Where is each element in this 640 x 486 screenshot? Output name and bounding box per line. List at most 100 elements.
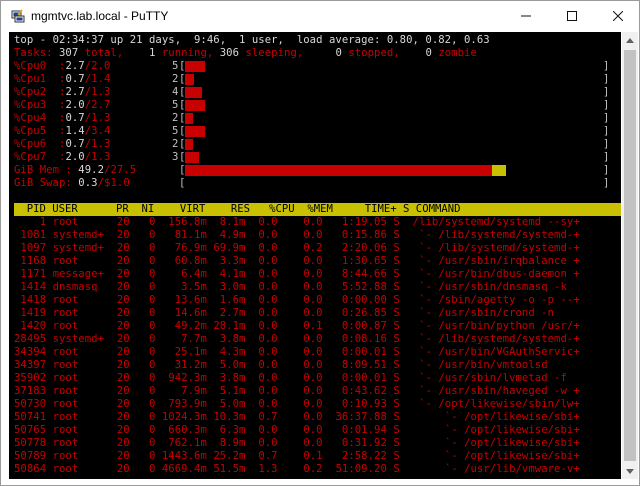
process-row[interactable]: 1419 root 20 0 14.6m 2.7m 0.0 0.0 0:26.8… bbox=[14, 307, 554, 320]
process-row[interactable]: 1168 root 20 0 60.8m 3.3m 0.0 0.0 1:30.6… bbox=[14, 255, 580, 268]
cpu-line: %Cpu0 :2.7/2.0 bbox=[14, 60, 111, 72]
process-row[interactable]: 50789 root 20 0 1443.6m 25.2m 0.7 0.1 2:… bbox=[14, 450, 580, 463]
cpu-usage-bar bbox=[185, 61, 205, 72]
cpu-user-value: 2.7 bbox=[65, 86, 85, 98]
priority-cell: 20 bbox=[116, 463, 130, 475]
process-row[interactable]: 34397 root 20 0 31.2m 5.0m 0.0 0.0 8:09.… bbox=[14, 359, 548, 372]
res-cell: 51.5m bbox=[206, 463, 246, 475]
time-cell: 2:20.06 bbox=[329, 242, 387, 254]
maximize-button[interactable] bbox=[549, 1, 595, 31]
minimize-button[interactable] bbox=[503, 1, 549, 31]
scroll-down-button[interactable] bbox=[622, 463, 638, 479]
mem-cell: 0.2 bbox=[290, 463, 323, 475]
cpu-meter-close-bracket: ] bbox=[603, 138, 610, 150]
nice-cell: 0 bbox=[142, 229, 156, 241]
mem-label: GiB Mem : bbox=[14, 164, 72, 176]
process-row[interactable]: 50730 root 20 0 793.9m 5.0m 0.0 0.0 0:10… bbox=[14, 398, 580, 411]
time-cell: 0:08.16 bbox=[329, 333, 387, 345]
title-bar[interactable]: mgmtvc.lab.local - PuTTY bbox=[1, 1, 639, 31]
command-cell: /lib/systemd/systemd --sy+ bbox=[406, 216, 580, 228]
pid-cell: 34397 bbox=[14, 359, 47, 371]
cpu-line: %Cpu1 :0.7/1.4 bbox=[14, 73, 111, 85]
pid-cell: 1418 bbox=[14, 294, 47, 306]
mem-cell: 0.1 bbox=[290, 320, 323, 332]
mem-bar-close: ] bbox=[603, 164, 610, 176]
process-row[interactable]: 50765 root 20 0 660.3m 6.3m 0.0 0.0 0:01… bbox=[14, 424, 580, 437]
scroll-up-button[interactable] bbox=[622, 32, 638, 48]
nice-cell: 0 bbox=[142, 346, 156, 358]
state-cell: S bbox=[393, 385, 400, 397]
process-row[interactable]: 35902 root 20 0 942.3m 3.8m 0.0 0.0 0:00… bbox=[14, 372, 567, 385]
nice-cell: 0 bbox=[142, 307, 156, 319]
pid-cell: 28495 bbox=[14, 333, 47, 345]
command-cell: `- /usr/sbin/haveged -w + bbox=[406, 385, 580, 397]
process-row[interactable]: 50741 root 20 0 1024.3m 10.3m 0.7 0.0 36… bbox=[14, 411, 580, 424]
window-title: mgmtvc.lab.local - PuTTY bbox=[31, 9, 169, 23]
nice-cell: 0 bbox=[142, 242, 156, 254]
process-row[interactable]: 34394 root 20 0 25.1m 4.3m 0.0 0.0 0:00.… bbox=[14, 346, 580, 359]
process-row[interactable]: 50778 root 20 0 762.1m 8.9m 0.0 0.0 0:31… bbox=[14, 437, 580, 450]
process-row[interactable]: 37183 root 20 0 7.9m 5.1m 0.0 0.0 0:43.6… bbox=[14, 385, 580, 398]
priority-cell: 20 bbox=[116, 320, 130, 332]
state-cell: S bbox=[393, 268, 400, 280]
process-row[interactable]: 1 root 20 0 156.8m 8.1m 0.0 0.0 1:19.05 … bbox=[14, 216, 580, 229]
process-row[interactable]: 1414 dnsmasq 20 0 3.5m 3.0m 0.0 0.0 5:52… bbox=[14, 281, 567, 294]
cpu-meter-close-bracket: ] bbox=[603, 60, 610, 72]
process-row[interactable]: 1418 root 20 0 13.6m 1.6m 0.0 0.0 0:00.0… bbox=[14, 294, 580, 307]
cpu-user-value: 0.7 bbox=[65, 73, 85, 85]
virt-cell: 25.1m bbox=[155, 346, 207, 358]
virt-cell: 6.4m bbox=[155, 268, 207, 280]
close-button[interactable] bbox=[595, 1, 640, 31]
virt-cell: 7.7m bbox=[155, 333, 207, 345]
maximize-icon bbox=[567, 11, 577, 21]
putty-app-icon bbox=[11, 9, 25, 23]
cpu-user-value: 0.7 bbox=[65, 112, 85, 124]
close-icon bbox=[613, 11, 623, 21]
command-cell: `- /usr/sbin/crond -n bbox=[406, 307, 555, 319]
mem-used: 49.2 bbox=[78, 164, 105, 176]
res-cell: 28.1m bbox=[206, 320, 246, 332]
command-cell: `- /lib/systemd/systemd-+ bbox=[406, 229, 580, 241]
nice-cell: 0 bbox=[142, 320, 156, 332]
cpu-label: %Cpu1 : bbox=[14, 73, 66, 85]
time-cell: 1:30.65 bbox=[329, 255, 387, 267]
process-row[interactable]: 1097 systemd+ 20 0 76.9m 69.9m 0.0 0.2 2… bbox=[14, 242, 580, 255]
tasks-zombie-label: zombie bbox=[438, 47, 477, 59]
process-row[interactable]: 1420 root 20 0 49.2m 28.1m 0.0 0.1 0:00.… bbox=[14, 320, 580, 333]
cpu-usage-bar bbox=[185, 113, 193, 124]
user-cell: root bbox=[52, 411, 111, 423]
cpu-user-value: 2.7 bbox=[65, 60, 85, 72]
time-cell: 8:09.51 bbox=[329, 359, 387, 371]
process-row[interactable]: 50864 root 20 0 4669.4m 51.5m 1.3 0.2 51… bbox=[14, 463, 580, 476]
state-cell: S bbox=[393, 281, 400, 293]
nice-cell: 0 bbox=[142, 424, 156, 436]
cpu-usage-bar bbox=[185, 74, 194, 85]
user-cell: root bbox=[52, 424, 111, 436]
cpu-system-value: 1.4 bbox=[91, 73, 111, 85]
time-cell: 0:15.86 bbox=[329, 229, 387, 241]
tasks-zombie-value: 0 bbox=[399, 47, 439, 59]
vertical-scrollbar[interactable] bbox=[622, 32, 638, 479]
terminal-area[interactable]: top - 02:34:37 up 21 days, 9:46, 1 user,… bbox=[9, 32, 621, 479]
process-row[interactable]: 28495 systemd+ 20 0 7.7m 3.8m 0.0 0.0 0:… bbox=[14, 333, 580, 346]
res-cell: 5.0m bbox=[206, 398, 246, 410]
priority-cell: 20 bbox=[116, 411, 130, 423]
mem-cell: 0.0 bbox=[290, 424, 323, 436]
command-cell: `- /opt/likewise/sbi+ bbox=[406, 411, 580, 423]
nice-cell: 0 bbox=[142, 411, 156, 423]
cpu-cell: 0.0 bbox=[245, 255, 278, 267]
cpu-user-value: 1.4 bbox=[65, 125, 85, 137]
state-cell: S bbox=[393, 437, 400, 449]
mem-cell: 0.0 bbox=[290, 281, 323, 293]
scroll-thumb[interactable] bbox=[624, 50, 636, 461]
mem-used-bar bbox=[185, 165, 492, 176]
pid-cell: 1168 bbox=[14, 255, 47, 267]
res-cell: 2.7m bbox=[206, 307, 246, 319]
cpu-meter-count: 2 bbox=[172, 112, 179, 124]
process-row[interactable]: 1081 systemd+ 20 0 81.1m 4.9m 0.0 0.0 0:… bbox=[14, 229, 580, 242]
process-row[interactable]: 1171 message+ 20 0 6.4m 4.1m 0.0 0.0 8:4… bbox=[14, 268, 580, 281]
priority-cell: 20 bbox=[116, 346, 130, 358]
state-cell: S bbox=[393, 255, 400, 267]
priority-cell: 20 bbox=[116, 372, 130, 384]
command-cell: `- /usr/lib/vmware-v+ bbox=[406, 463, 580, 475]
